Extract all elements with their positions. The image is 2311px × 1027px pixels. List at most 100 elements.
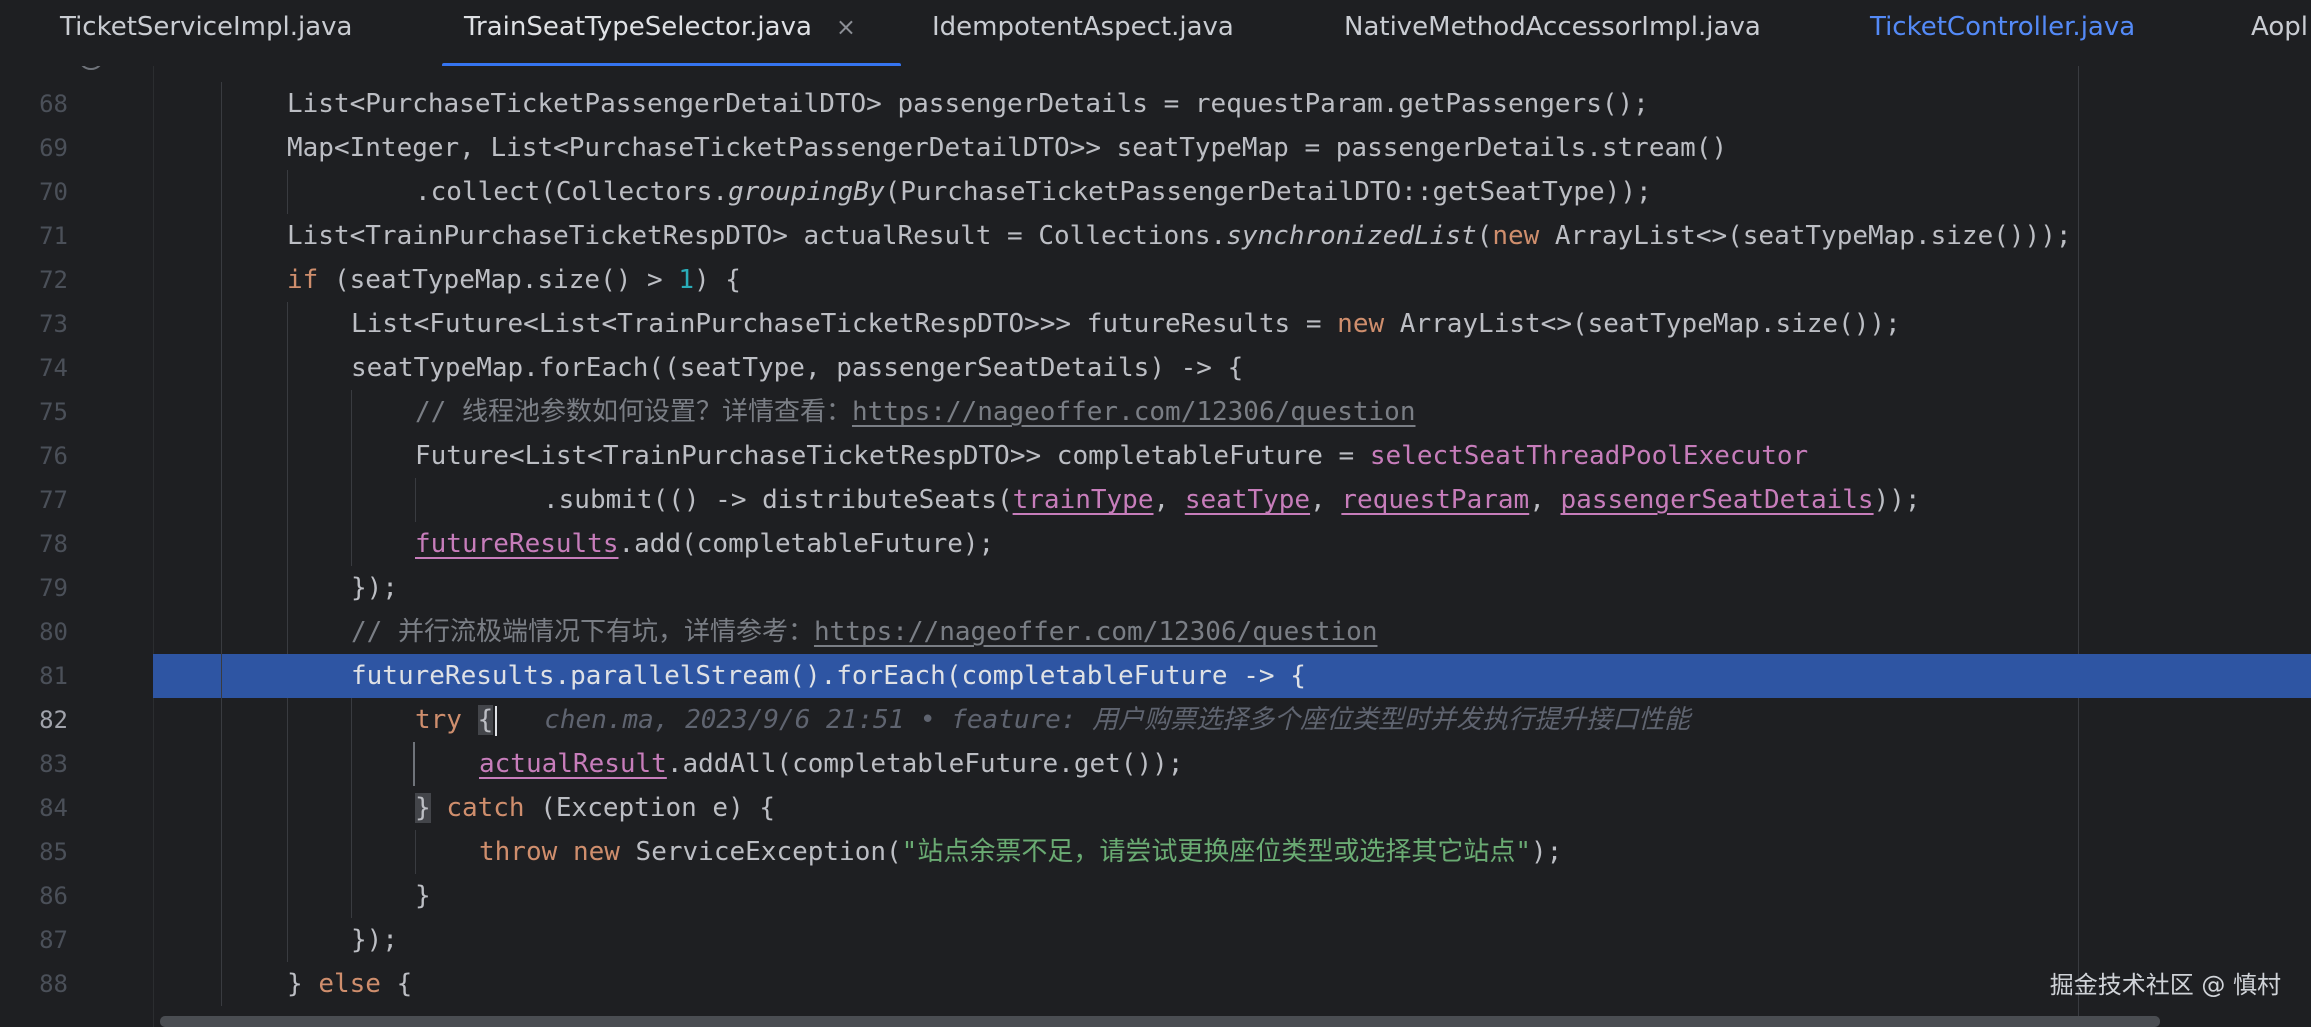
editor-tab-bar: TicketServiceImpl.java TrainSeatTypeSele… xyxy=(0,0,2311,67)
code-text: List<Future<List<TrainPurchaseTicketResp… xyxy=(351,309,1901,339)
tab-label: TicketController.java xyxy=(1870,12,2136,42)
line-number: 83 xyxy=(39,750,68,778)
matched-brace: { xyxy=(477,705,494,735)
code-line[interactable]: 76 Future<List<TrainPurchaseTicketRespDT… xyxy=(0,434,2311,478)
indent-guide xyxy=(287,918,288,962)
line-number: 85 xyxy=(39,838,68,866)
line-number: 69 xyxy=(39,134,68,162)
code-comment: // 并行流极端情况下有坑，详情参考：https://nageoffer.com… xyxy=(351,617,1378,647)
indent-guide xyxy=(287,742,288,786)
code-line[interactable]: 83 actualResult.addAll(completableFuture… xyxy=(0,742,2311,786)
indent-guide xyxy=(287,874,288,918)
line-number: 88 xyxy=(39,970,68,998)
code-line[interactable]: 85 throw new ServiceException("站点余票不足，请尝… xyxy=(0,830,2311,874)
indent-guide xyxy=(221,478,222,522)
code-line-highlighted[interactable]: 81 futureResults.parallelStream().forEac… xyxy=(0,654,2311,698)
indent-guide xyxy=(287,522,288,566)
indent-guide xyxy=(351,874,352,918)
code-line[interactable]: 78 futureResults.add(completableFuture); xyxy=(0,522,2311,566)
brace-scope-guide xyxy=(413,742,415,786)
question-link[interactable]: https://nageoffer.com/12306/question xyxy=(852,397,1416,427)
code-text: } else { xyxy=(287,969,413,999)
code-text: List<PurchaseTicketPassengerDetailDTO> p… xyxy=(287,89,1649,119)
code-line[interactable]: 69 Map<Integer, List<PurchaseTicketPasse… xyxy=(0,126,2311,170)
tab-native-method-accessor-impl[interactable]: NativeMethodAccessorImpl.java xyxy=(1344,0,1761,64)
indent-guide xyxy=(221,214,222,258)
indent-guide xyxy=(287,698,288,742)
code-text: } xyxy=(415,881,431,911)
indent-guide xyxy=(351,390,352,434)
code-line[interactable]: 77 .submit(() -> distributeSeats(trainTy… xyxy=(0,478,2311,522)
line-number: 82 xyxy=(39,706,68,734)
line-number: 87 xyxy=(39,926,68,954)
indent-guide xyxy=(287,390,288,434)
indent-guide xyxy=(221,918,222,962)
line-number: 79 xyxy=(39,574,68,602)
indent-guide xyxy=(221,742,222,786)
code-line[interactable]: 72 if (seatTypeMap.size() > 1) { xyxy=(0,258,2311,302)
code-line[interactable]: 70 .collect(Collectors.groupingBy(Purcha… xyxy=(0,170,2311,214)
indent-guide xyxy=(221,786,222,830)
indent-guide xyxy=(351,742,352,786)
indent-guide xyxy=(351,786,352,830)
indent-guide xyxy=(221,962,222,1006)
code-line-current[interactable]: 82 try { chen.ma, 2023/9/6 21:51 • featu… xyxy=(0,698,2311,742)
code-text: actualResult.addAll(completableFuture.ge… xyxy=(479,749,1184,779)
indent-guide xyxy=(287,786,288,830)
code-line[interactable]: 86 } xyxy=(0,874,2311,918)
indent-guide xyxy=(351,830,352,874)
indent-guide xyxy=(287,434,288,478)
indent-guide xyxy=(287,170,288,214)
code-text: List<TrainPurchaseTicketRespDTO> actualR… xyxy=(287,221,2072,251)
line-number: 68 xyxy=(39,90,68,118)
line-number: 71 xyxy=(39,222,68,250)
code-text: .collect(Collectors.groupingBy(PurchaseT… xyxy=(415,177,1652,207)
line-number: 76 xyxy=(39,442,68,470)
indent-guide xyxy=(221,302,222,346)
tab-label: Aopl xyxy=(2251,12,2308,42)
code-line[interactable]: 80 // 并行流极端情况下有坑，详情参考：https://nageoffer.… xyxy=(0,610,2311,654)
indent-guide xyxy=(221,82,222,126)
line-number: 86 xyxy=(39,882,68,910)
code-line[interactable]: 87 }); xyxy=(0,918,2311,962)
line-number: 70 xyxy=(39,178,68,206)
tab-label: TicketServiceImpl.java xyxy=(60,12,353,42)
indent-guide xyxy=(351,698,352,742)
tab-idempotent-aspect[interactable]: IdempotentAspect.java xyxy=(932,0,1234,64)
code-line[interactable]: 75 // 线程池参数如何设置？详情查看：https://nageoffer.c… xyxy=(0,390,2311,434)
indent-guide xyxy=(221,390,222,434)
line-number: 74 xyxy=(39,354,68,382)
tab-label: TrainSeatTypeSelector.java xyxy=(464,12,812,42)
code-text: if (seatTypeMap.size() > 1) { xyxy=(287,265,741,295)
code-line[interactable]: 88 } else { xyxy=(0,962,2311,1006)
code-text: futureResults.add(completableFuture); xyxy=(415,529,995,559)
code-line[interactable]: 79 }); xyxy=(0,566,2311,610)
code-line[interactable]: 74 seatTypeMap.forEach((seatType, passen… xyxy=(0,346,2311,390)
git-blame-annotation[interactable]: chen.ma, 2023/9/6 21:51 • feature: 用户购票选… xyxy=(544,705,1690,735)
indent-guide xyxy=(351,522,352,566)
code-line[interactable]: 71 List<TrainPurchaseTicketRespDTO> actu… xyxy=(0,214,2311,258)
tab-train-seat-type-selector[interactable]: TrainSeatTypeSelector.java × xyxy=(442,0,901,66)
tab-ticket-service-impl[interactable]: TicketServiceImpl.java xyxy=(60,0,352,64)
indent-guide xyxy=(221,170,222,214)
question-link[interactable]: https://nageoffer.com/12306/question xyxy=(814,617,1378,647)
code-line[interactable]: 73 List<Future<List<TrainPurchaseTicketR… xyxy=(0,302,2311,346)
gutter-method-marker-icon[interactable] xyxy=(78,66,104,70)
code-line[interactable]: 84 } catch (Exception e) { xyxy=(0,786,2311,830)
code-editor[interactable]: 68 List<PurchaseTicketPassengerDetailDTO… xyxy=(0,66,2311,1027)
tab-aopl[interactable]: Aopl xyxy=(2251,0,2308,64)
code-line[interactable]: 68 List<PurchaseTicketPassengerDetailDTO… xyxy=(0,82,2311,126)
close-tab-icon[interactable]: × xyxy=(836,13,856,41)
indent-guide xyxy=(415,830,416,874)
indent-guide xyxy=(221,346,222,390)
watermark: 掘金技术社区 @ 慎村 xyxy=(2049,971,2281,999)
code-text: Future<List<TrainPurchaseTicketRespDTO>>… xyxy=(415,441,1809,471)
indent-guide xyxy=(221,126,222,170)
horizontal-scrollbar[interactable] xyxy=(160,1016,2160,1027)
tab-ticket-controller[interactable]: TicketController.java xyxy=(1870,0,2135,64)
code-text: seatTypeMap.forEach((seatType, passenger… xyxy=(351,353,1244,383)
code-comment: // 线程池参数如何设置？详情查看：https://nageoffer.com/… xyxy=(415,397,1416,427)
line-number: 75 xyxy=(39,398,68,426)
indent-guide xyxy=(221,654,222,698)
indent-guide xyxy=(221,830,222,874)
